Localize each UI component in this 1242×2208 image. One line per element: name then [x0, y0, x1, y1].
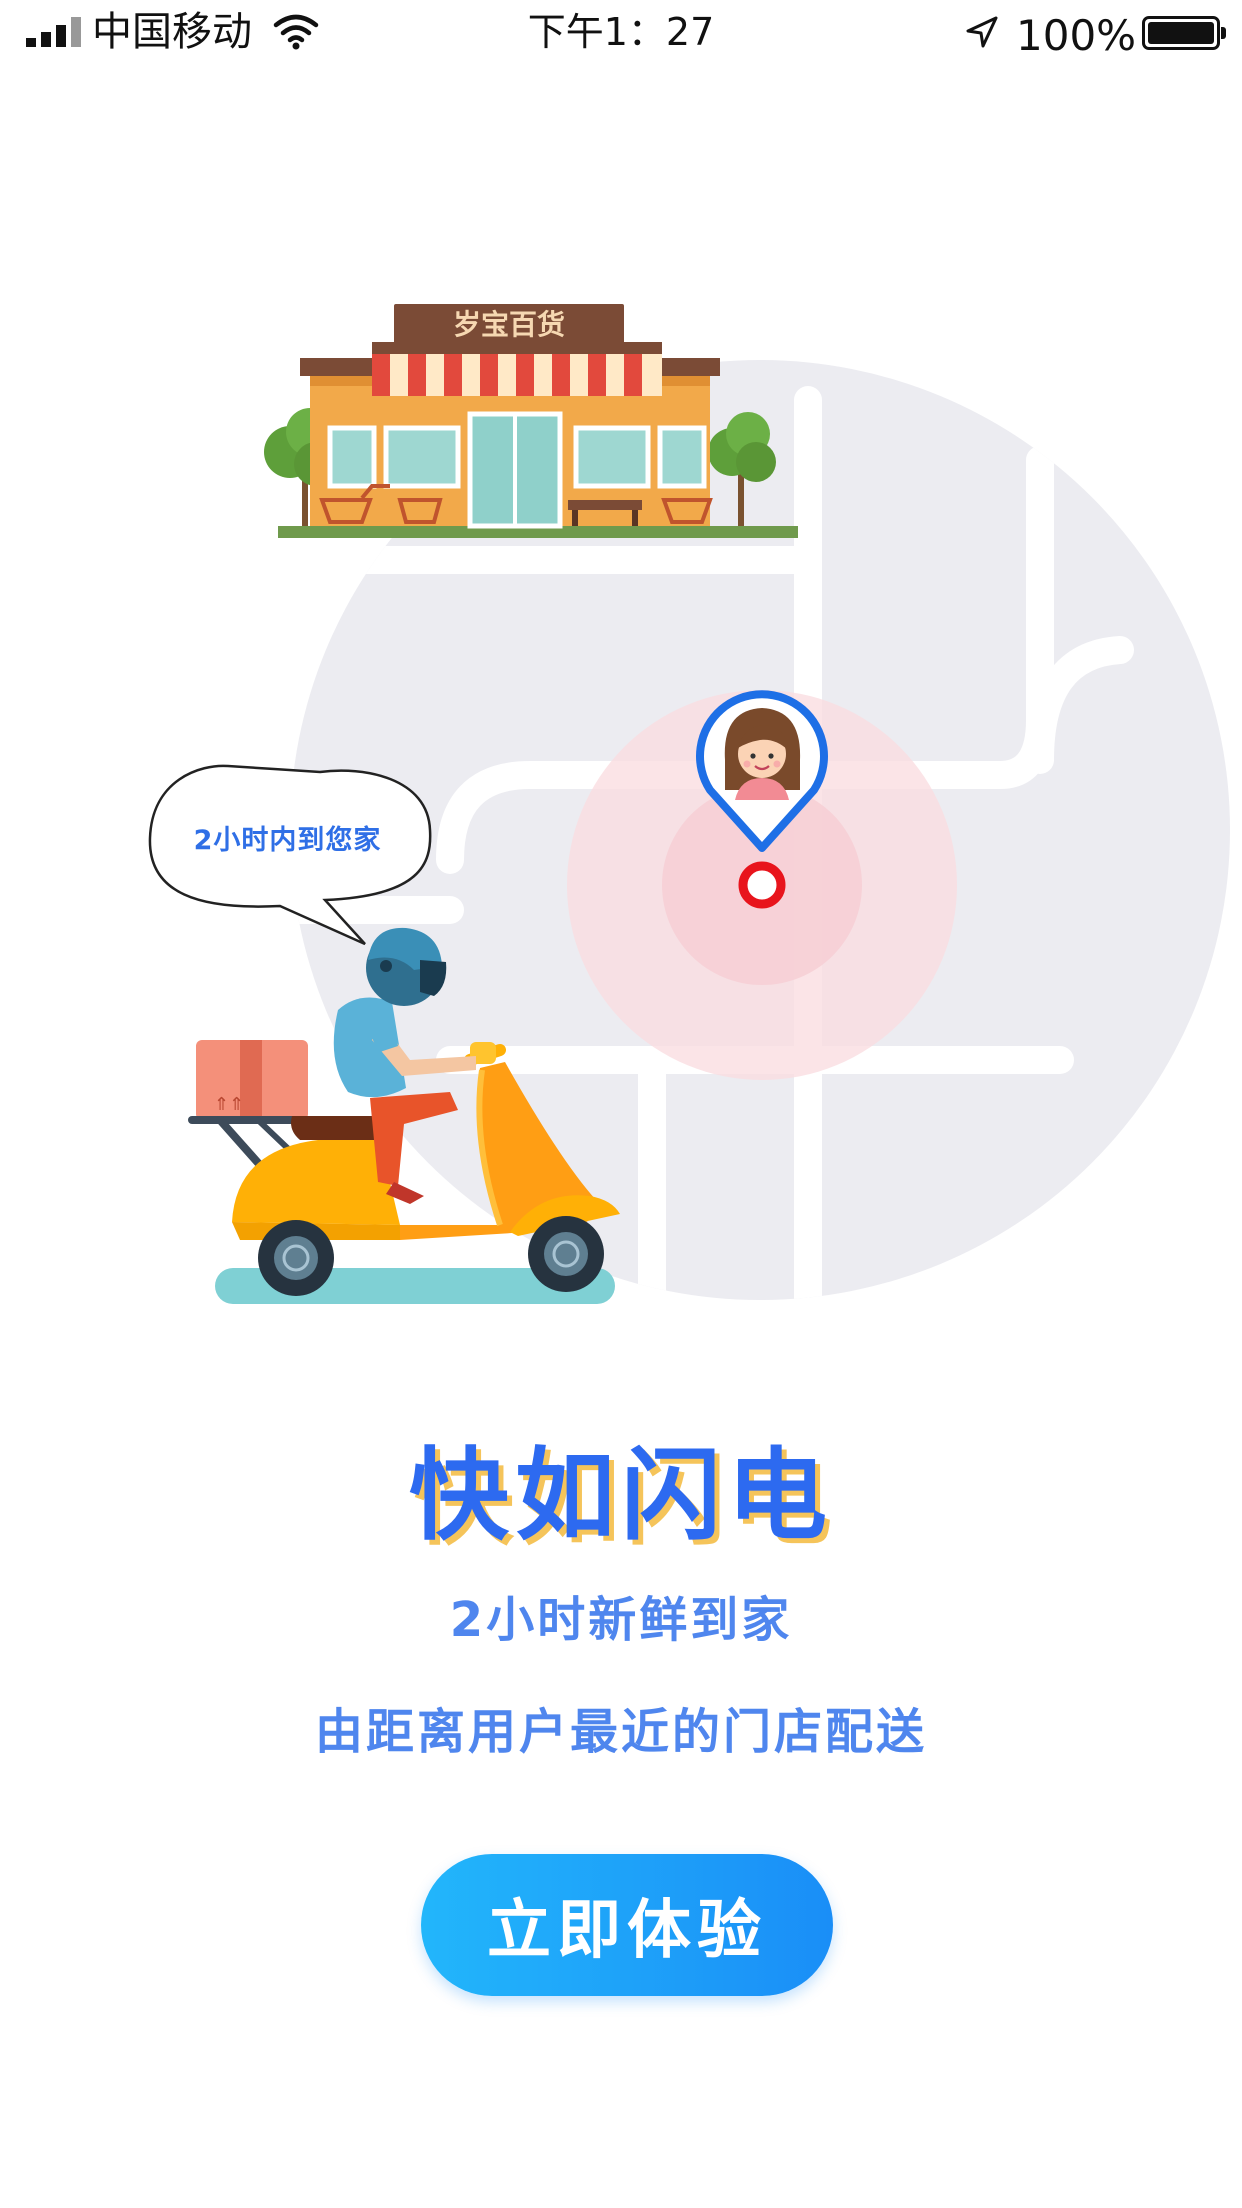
- store-awning: [372, 342, 662, 396]
- description: 由距离用户最近的门店配送: [314, 1704, 927, 1760]
- delivery-illustration: 岁宝百货 ⇑⇑: [148, 304, 1230, 1304]
- speech-bubble-text: 2小时内到您家: [193, 825, 382, 856]
- rear-wheel-icon: [258, 1220, 334, 1296]
- destination-target-icon: [738, 861, 786, 909]
- try-now-button[interactable]: 立即体验: [421, 1854, 833, 1996]
- front-wheel-icon: [528, 1216, 604, 1292]
- svg-text:⇑⇑: ⇑⇑: [214, 1094, 244, 1115]
- page-title: 快如闪电: [409, 1437, 833, 1554]
- package-box-icon: ⇑⇑: [196, 1040, 308, 1120]
- subtitle: 2小时新鲜到家: [449, 1592, 793, 1648]
- store-sign: 岁宝百货: [453, 308, 565, 341]
